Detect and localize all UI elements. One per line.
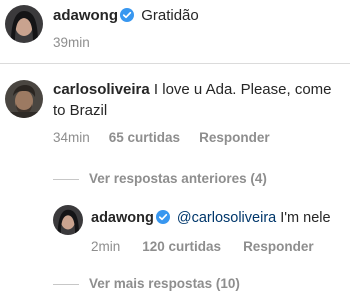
reply-text: I'm nele bbox=[280, 210, 331, 226]
reply-reply-button[interactable]: Responder bbox=[243, 239, 314, 254]
replies-line bbox=[53, 179, 79, 180]
comment-text-1: I love u Ada. Please, come bbox=[153, 81, 332, 98]
caption-username[interactable]: adawong bbox=[53, 7, 118, 24]
more-replies-line bbox=[53, 284, 79, 285]
comment-time[interactable]: 34min bbox=[53, 130, 90, 145]
reply-username[interactable]: adawong bbox=[91, 210, 154, 226]
comment-text-2: to Brazil bbox=[53, 102, 108, 119]
caption-time[interactable]: 39min bbox=[53, 35, 90, 50]
reply-mention[interactable]: @carlosoliveira bbox=[177, 210, 276, 226]
avatar-adawong-caption[interactable] bbox=[5, 5, 43, 43]
reply-time[interactable]: 2min bbox=[91, 239, 120, 254]
comment-meta: 34min 65 curtidas Responder bbox=[53, 130, 270, 145]
caption-text: Gratidão bbox=[141, 7, 199, 24]
section-divider bbox=[0, 63, 350, 64]
comment-line-2: to Brazil bbox=[53, 101, 107, 121]
caption-line: adawong Gratidão bbox=[53, 6, 199, 26]
avatar-carlosoliveira[interactable] bbox=[5, 80, 43, 118]
comment-username[interactable]: carlosoliveira bbox=[53, 81, 150, 98]
reply-line: adawong @carlosoliveira I'm nele bbox=[91, 208, 331, 228]
view-previous-replies[interactable]: Ver respostas anteriores (4) bbox=[89, 171, 267, 186]
comment-line-1: carlosoliveira I love u Ada. Please, com… bbox=[53, 80, 332, 100]
view-more-replies[interactable]: Ver mais respostas (10) bbox=[89, 276, 240, 291]
comment-reply-button[interactable]: Responder bbox=[199, 130, 270, 145]
comment-likes[interactable]: 65 curtidas bbox=[109, 130, 180, 145]
reply-meta: 2min 120 curtidas Responder bbox=[91, 239, 314, 254]
verified-badge-icon bbox=[120, 8, 135, 22]
reply-likes[interactable]: 120 curtidas bbox=[142, 239, 221, 254]
avatar-adawong-reply[interactable] bbox=[53, 205, 83, 235]
verified-badge-icon bbox=[155, 210, 170, 224]
